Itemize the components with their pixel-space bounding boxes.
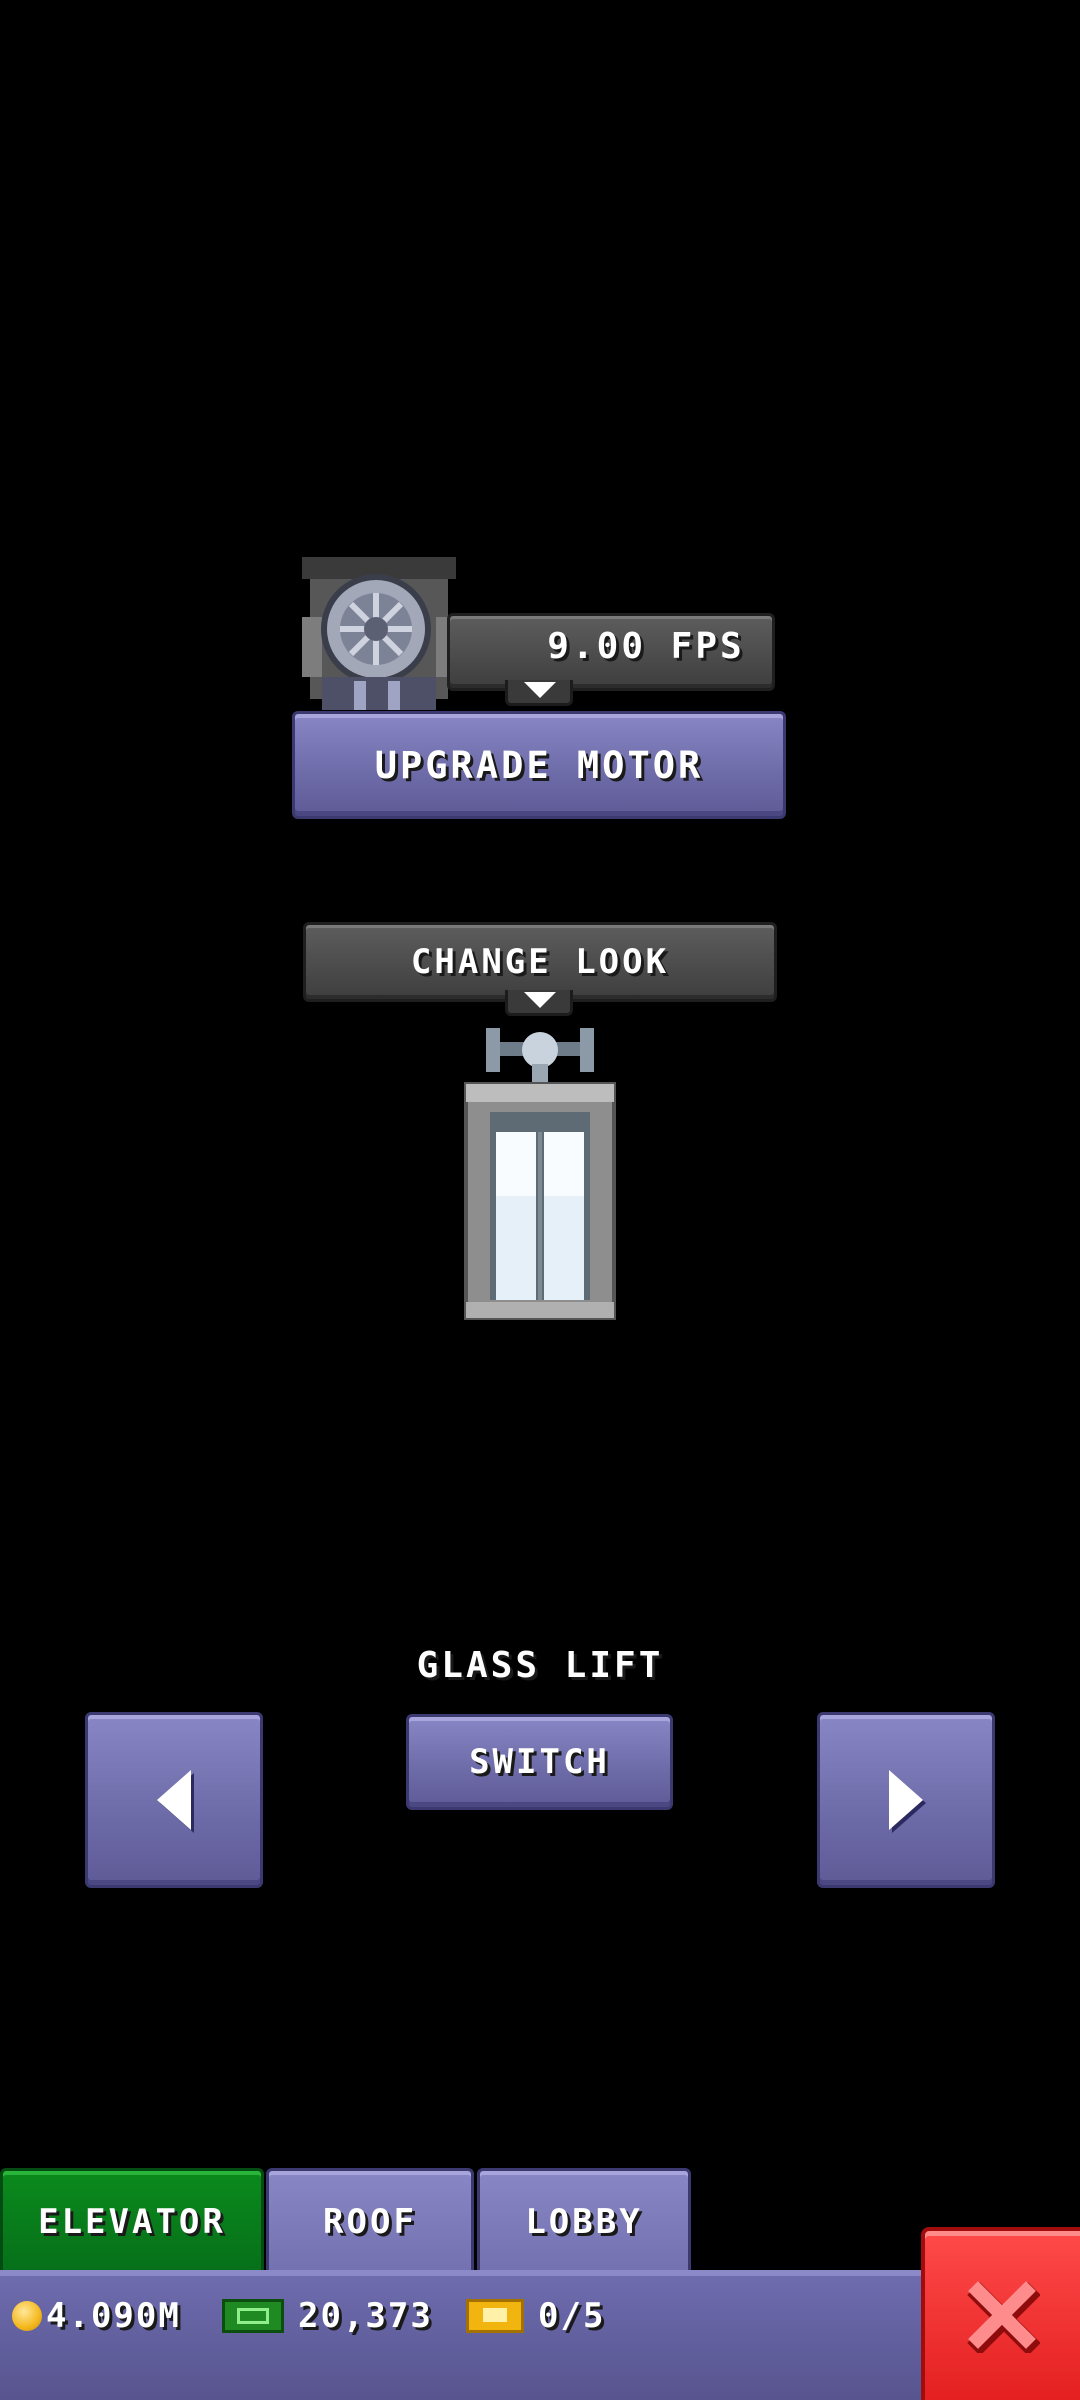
chevron-down-icon — [524, 682, 556, 698]
coins-stat: 4.090M — [12, 2293, 181, 2339]
close-button[interactable] — [921, 2227, 1080, 2400]
chevron-down-icon — [524, 992, 556, 1008]
switch-look-button[interactable]: SWITCH — [406, 1714, 673, 1810]
next-look-button[interactable] — [817, 1712, 995, 1888]
previous-look-button[interactable] — [85, 1712, 263, 1888]
tickets-value: 0/5 — [538, 2296, 606, 2336]
tab-elevator[interactable]: ELEVATOR — [0, 2168, 264, 2272]
coin-icon — [12, 2301, 42, 2331]
motor-icon — [302, 557, 456, 710]
lift-name-label: GLASS LIFT — [416, 1645, 664, 1686]
coins-value: 4.090M — [46, 2296, 181, 2336]
elevator-car-icon — [464, 1028, 616, 1320]
cash-icon — [222, 2299, 284, 2333]
arrow-right-icon — [889, 1770, 923, 1830]
motor-speed-panel: 9.00 FPS — [447, 613, 775, 691]
elevator-screen: 9.00 FPS UPGRADE MOTOR CHANGE LOOK GLASS… — [0, 0, 1080, 2400]
bux-stat: 20,373 — [222, 2293, 433, 2339]
tab-roof[interactable]: ROOF — [266, 2168, 474, 2272]
tab-lobby[interactable]: LOBBY — [477, 2168, 691, 2272]
arrow-left-icon — [157, 1770, 191, 1830]
close-icon — [966, 2280, 1040, 2353]
upgrade-motor-button[interactable]: UPGRADE MOTOR — [292, 711, 786, 819]
bux-value: 20,373 — [298, 2296, 433, 2336]
tickets-stat: 0/5 — [466, 2293, 605, 2339]
ticket-icon — [466, 2299, 524, 2333]
motor-speed-label: 9.00 FPS — [547, 626, 745, 667]
